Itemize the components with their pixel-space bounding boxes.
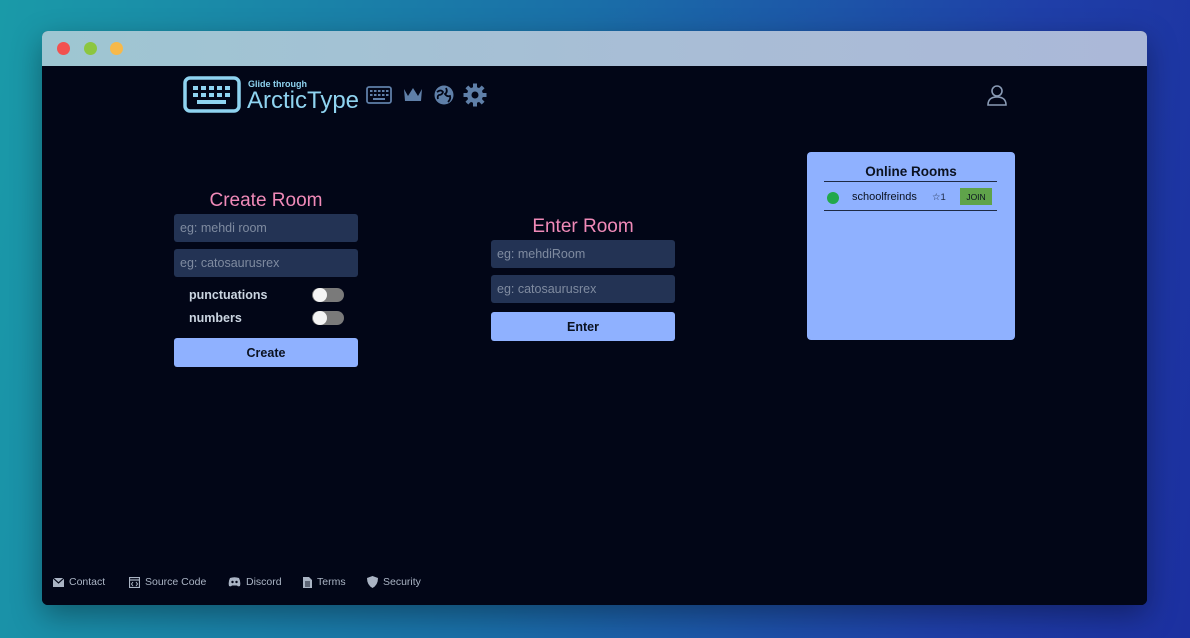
shield-icon (367, 576, 378, 588)
mail-icon (53, 577, 64, 587)
enter-room-title: Enter Room (532, 216, 634, 237)
browser-window: Glide through ArcticType Create Room eg:… (42, 31, 1147, 605)
keyboard-logo-icon[interactable] (183, 76, 241, 113)
gear-icon[interactable] (463, 83, 487, 107)
panel-divider (824, 210, 997, 211)
punctuations-label: punctuations (189, 288, 268, 302)
online-rooms-panel: Online Rooms schoolfreinds ☆1 JOIN (807, 152, 1015, 340)
close-window-button[interactable] (57, 42, 70, 55)
app-content: Glide through ArcticType Create Room eg:… (42, 66, 1147, 605)
keyboard-icon[interactable] (366, 86, 392, 104)
create-button[interactable]: Create (174, 338, 358, 367)
footer-security-link[interactable]: Security (367, 576, 421, 588)
footer-link-label: Discord (246, 576, 282, 588)
join-room-button[interactable]: JOIN (960, 188, 992, 205)
create-room-name-input[interactable] (174, 214, 358, 242)
document-icon (303, 576, 312, 588)
footer-link-label: Security (383, 576, 421, 588)
maximize-window-button[interactable] (110, 42, 123, 55)
code-icon (129, 576, 140, 588)
room-user-count: ☆1 (932, 192, 946, 203)
user-icon[interactable] (986, 84, 1008, 106)
footer-terms-link[interactable]: Terms (303, 576, 346, 588)
window-titlebar (42, 31, 1147, 66)
numbers-label: numbers (189, 311, 242, 325)
crown-icon[interactable] (402, 85, 424, 103)
footer-discord-link[interactable]: Discord (228, 576, 282, 588)
footer-contact-link[interactable]: Contact (53, 576, 105, 588)
punctuations-toggle[interactable] (312, 288, 344, 302)
enter-room-username-input[interactable] (491, 275, 675, 303)
panel-divider (824, 181, 997, 182)
minimize-window-button[interactable] (84, 42, 97, 55)
toggle-knob (313, 288, 327, 302)
footer-link-label: Contact (69, 576, 106, 588)
toggle-knob (313, 311, 327, 325)
brand-name[interactable]: ArcticType (247, 87, 359, 115)
enter-button[interactable]: Enter (491, 312, 675, 341)
online-rooms-title: Online Rooms (865, 164, 957, 179)
footer-source-code-link[interactable]: Source Code (129, 576, 206, 588)
globe-icon[interactable] (433, 84, 455, 106)
numbers-toggle[interactable] (312, 311, 344, 325)
footer-link-label: Source Code (145, 576, 207, 588)
footer-link-label: Terms (317, 576, 346, 588)
room-name: schoolfreinds (852, 191, 917, 203)
online-status-dot (827, 192, 839, 204)
create-room-title: Create Room (209, 190, 323, 211)
discord-icon (228, 577, 241, 587)
create-room-username-input[interactable] (174, 249, 358, 277)
enter-room-name-input[interactable] (491, 240, 675, 268)
